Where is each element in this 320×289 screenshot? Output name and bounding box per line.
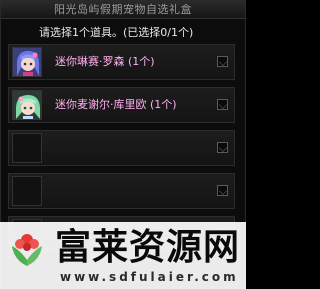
selection-instruction: 请选择1个道具。(已选择0/1个) xyxy=(39,26,194,39)
item-name: 迷你麦谢尔·库里欧 (1个) xyxy=(55,98,177,111)
item-name: 迷你琳赛·罗森 (1个) xyxy=(55,55,155,68)
item-checkbox[interactable] xyxy=(217,99,228,110)
watermark-title: 富莱资源网 xyxy=(55,227,241,268)
item-checkbox[interactable] xyxy=(217,185,228,196)
item-checkbox[interactable] xyxy=(217,142,228,153)
empty-slot xyxy=(12,133,42,163)
flower-logo-icon xyxy=(12,234,42,266)
empty-slot xyxy=(12,176,42,206)
list-item-empty xyxy=(8,173,235,209)
site-watermark: 富莱资源网 www.sdfulaier.com xyxy=(0,222,246,289)
avatar-green-hair-icon xyxy=(13,91,41,119)
list-item[interactable]: 迷你麦谢尔·库里欧 (1个) xyxy=(8,87,235,123)
dialog-title: 阳光岛屿假期宠物自选礼盒 xyxy=(1,1,245,19)
watermark-url: www.sdfulaier.com xyxy=(60,270,239,284)
list-item[interactable]: 迷你琳赛·罗森 (1个) xyxy=(8,44,235,80)
pet-avatar xyxy=(12,47,42,77)
avatar-blue-hair-icon xyxy=(13,48,41,76)
list-item-empty xyxy=(8,130,235,166)
pet-avatar xyxy=(12,90,42,120)
item-checkbox[interactable] xyxy=(217,56,228,67)
